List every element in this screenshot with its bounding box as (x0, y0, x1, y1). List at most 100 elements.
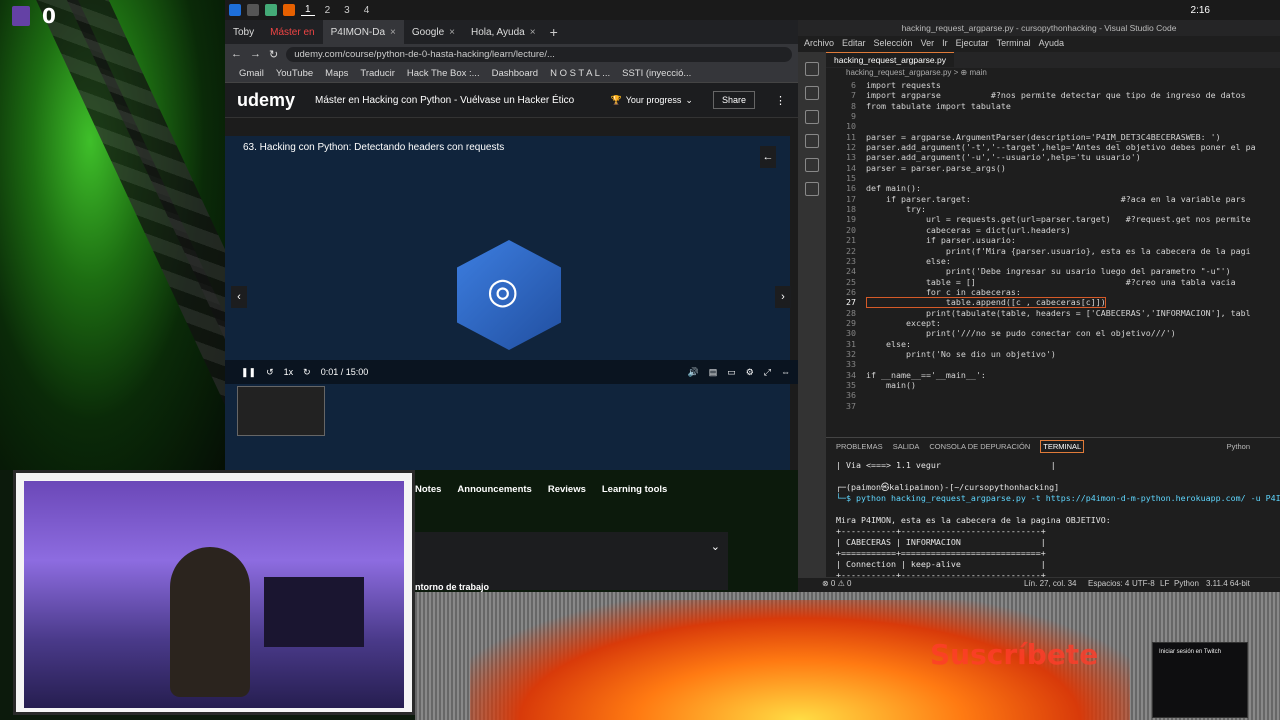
code-line[interactable]: 10 (826, 121, 1280, 131)
share-button[interactable]: Share (712, 91, 755, 109)
speed-control[interactable]: 1x (284, 367, 294, 377)
progress-button[interactable]: 🏆 Your progress ⌄ (611, 95, 693, 106)
menu-ejecutar[interactable]: Ejecutar (956, 38, 989, 48)
tab-learning-tools[interactable]: Learning tools (602, 484, 667, 495)
eol[interactable]: LF (1160, 579, 1169, 588)
code-line[interactable]: 29 except: (826, 318, 1280, 328)
close-icon[interactable]: × (390, 27, 396, 38)
reload-icon[interactable]: ↻ (269, 48, 278, 61)
code-line[interactable]: 23 else: (826, 256, 1280, 266)
terminal-profile[interactable]: Python (1227, 442, 1250, 451)
tab-hola-ayuda[interactable]: Hola, Ayuda × (463, 20, 544, 44)
code-line[interactable]: 22 print(f'Mira {parser.usuario}, esta e… (826, 246, 1280, 256)
problems-count[interactable]: ⊗ 0 ⚠ 0 (822, 579, 851, 588)
menu-seleccion[interactable]: Selección (874, 38, 913, 48)
video-player[interactable]: 63. Hacking con Python: Detectando heade… (225, 136, 791, 470)
expand-icon[interactable]: ⇔ (781, 367, 790, 377)
bookmark-ssti[interactable]: SSTI (inyecció... (622, 68, 691, 79)
tab-google[interactable]: Google × (404, 20, 463, 44)
bookmark-nostal[interactable]: N O S T A L ... (550, 68, 610, 79)
code-line[interactable]: 16 def main(): (826, 183, 1280, 193)
back-icon[interactable]: ← (231, 48, 242, 60)
close-icon[interactable]: × (449, 27, 455, 38)
code-line[interactable]: 30 print('///no se pudo conectar con el … (826, 328, 1280, 338)
code-line[interactable]: 27 table.append([c , cabeceras[c]]) (826, 297, 1280, 307)
code-line[interactable]: 20 cabeceras = dict(url.headers) (826, 225, 1280, 235)
forward-icon[interactable]: ↻ (303, 367, 311, 378)
tab-consola[interactable]: CONSOLA DE DEPURACIÓN (929, 442, 1030, 451)
tab-announcements[interactable]: Announcements (457, 484, 531, 495)
run-debug-icon[interactable] (805, 134, 819, 148)
tab-notes[interactable]: Notes (415, 484, 441, 495)
files-icon[interactable] (265, 4, 277, 16)
code-line[interactable]: 28 print(tabulate(table, headers = ['CAB… (826, 308, 1280, 318)
code-line[interactable]: 19 url = requests.get(url=parser.target)… (826, 214, 1280, 224)
close-icon[interactable]: × (530, 27, 536, 38)
url-input[interactable]: udemy.com/course/python-de-0-hasta-hacki… (286, 46, 792, 62)
tab-salida[interactable]: SALIDA (893, 442, 920, 451)
code-line[interactable]: 17 if parser.target: #?aca en la variabl… (826, 194, 1280, 204)
cursor-position[interactable]: Lín. 27, col. 34 (1024, 579, 1076, 588)
code-line[interactable]: 25 table = [] #?creo una tabla vacia (826, 277, 1280, 287)
code-line[interactable]: 24 print('Debe ingresar su usario luego … (826, 266, 1280, 276)
code-line[interactable]: 21 if parser.usuario: (826, 235, 1280, 245)
search-icon[interactable] (805, 86, 819, 100)
code-line[interactable]: 37 (826, 401, 1280, 411)
forward-icon[interactable]: → (250, 48, 261, 60)
rewind-icon[interactable]: ↺ (266, 367, 274, 378)
code-editor[interactable]: hacking_request_argparse.py hacking_requ… (826, 52, 1280, 437)
code-line[interactable]: 15 (826, 173, 1280, 183)
menu-archivo[interactable]: Archivo (804, 38, 834, 48)
tab-p4imon[interactable]: P4IMON-Da × (322, 20, 404, 44)
fullscreen-icon[interactable]: ⤢ (764, 367, 771, 378)
kali-menu-icon[interactable] (229, 4, 241, 16)
source-control-icon[interactable] (805, 110, 819, 124)
terminal-icon[interactable] (247, 4, 259, 16)
workspace-4[interactable]: 4 (360, 5, 374, 16)
bookmark-gmail[interactable]: Gmail (239, 68, 264, 79)
tab-problemas[interactable]: PROBLEMAS (836, 442, 883, 451)
previous-lecture-icon[interactable]: ‹ (231, 286, 247, 308)
python-version[interactable]: 3.11.4 64-bit (1206, 579, 1250, 588)
next-lecture-icon[interactable]: › (775, 286, 791, 308)
encoding[interactable]: UTF-8 (1132, 579, 1155, 588)
code-line[interactable]: 14 parser = parser.parse_args() (826, 163, 1280, 173)
settings-gear-icon[interactable]: ⚙ (746, 367, 754, 378)
code-line[interactable]: 13 parser.add_argument('-u','--usuario',h… (826, 152, 1280, 162)
pause-icon[interactable]: ❚❚ (241, 367, 256, 378)
code-line[interactable]: 32 print('No se dio un objetivo') (826, 349, 1280, 359)
testing-icon[interactable] (805, 182, 819, 196)
bookmark-dashboard[interactable]: Dashboard (492, 68, 538, 79)
tab-reviews[interactable]: Reviews (548, 484, 586, 495)
twitch-login-popup[interactable]: Iniciar sesión en Twitch (1152, 642, 1248, 718)
udemy-logo[interactable]: udemy (237, 90, 295, 111)
tab-toby[interactable]: Toby (225, 20, 262, 44)
workspace-2[interactable]: 2 (321, 5, 335, 16)
workspace-3[interactable]: 3 (340, 5, 354, 16)
language-mode[interactable]: Python (1174, 579, 1199, 588)
code-line[interactable]: 11 parser = argparse.ArgumentParser(descr… (826, 132, 1280, 142)
menu-ir[interactable]: Ir (942, 38, 948, 48)
explorer-icon[interactable] (805, 62, 819, 76)
section-label[interactable]: ntorno de trabajo (415, 582, 489, 592)
code-line[interactable]: 18 try: (826, 204, 1280, 214)
menu-editar[interactable]: Editar (842, 38, 866, 48)
menu-ayuda[interactable]: Ayuda (1039, 38, 1064, 48)
workspace-1[interactable]: 1 (301, 4, 315, 16)
code-line[interactable]: 7 import argparse #?nos permite detectar … (826, 90, 1280, 100)
code-line[interactable]: 34 if __name__=='__main__': (826, 370, 1280, 380)
extensions-icon[interactable] (805, 158, 819, 172)
collapse-arrow-icon[interactable]: ← (760, 146, 776, 168)
volume-icon[interactable]: 🔊 (687, 367, 698, 378)
more-options-icon[interactable]: ⋮ (775, 94, 786, 107)
code-line[interactable]: 8 from tabulate import tabulate (826, 101, 1280, 111)
code-line[interactable]: 6 import requests (826, 80, 1280, 90)
bookmark-hackthebox[interactable]: Hack The Box :... (407, 68, 480, 79)
code-line[interactable]: 26 for c in cabeceras: (826, 287, 1280, 297)
tab-master[interactable]: Máster en (262, 20, 322, 44)
file-tab[interactable]: hacking_request_argparse.py (826, 52, 954, 67)
captions-icon[interactable]: ▭ (727, 367, 736, 378)
chevron-down-icon[interactable]: ⌄ (711, 540, 720, 553)
indentation[interactable]: Espacios: 4 (1088, 579, 1129, 588)
code-line[interactable]: 35 main() (826, 380, 1280, 390)
